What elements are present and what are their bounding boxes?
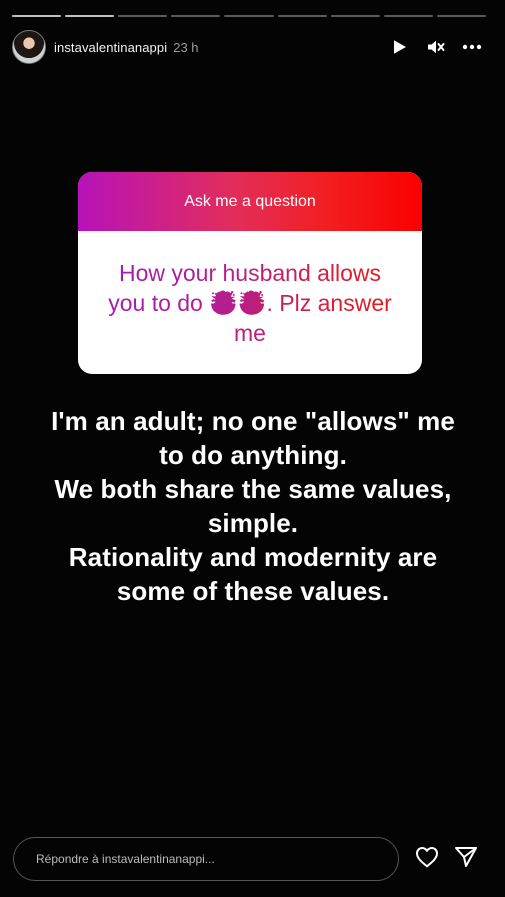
progress-segment: [65, 15, 115, 17]
username[interactable]: instavalentinanappi: [54, 40, 167, 55]
answer-line-1: I'm an adult; no one "allows" me: [51, 406, 455, 436]
question-sticker-body: How your husband allows you to do 🤯🤯. Pl…: [78, 231, 422, 374]
progress-segment: [224, 15, 274, 17]
answer-line-2: to do anything.: [159, 440, 347, 470]
post-time: 23 h: [173, 39, 199, 55]
question-sticker: Ask me a question How your husband allow…: [78, 172, 422, 374]
question-sticker-title: Ask me a question: [78, 172, 422, 231]
progress-segment: [171, 15, 221, 17]
user-avatar[interactable]: [12, 30, 46, 64]
more-icon[interactable]: [461, 36, 483, 58]
progress-segment: [436, 15, 486, 17]
story-viewer: instavalentinanappi 23 h Ask me a questi…: [0, 0, 505, 897]
progress-segment: [12, 15, 62, 17]
progress-segment: [330, 15, 380, 17]
progress-segment: [383, 15, 433, 17]
heart-icon[interactable]: [413, 843, 441, 871]
answer-line-6: some of these values.: [116, 576, 390, 606]
story-progress-bar: [12, 15, 486, 18]
answer-line-4: simple.: [207, 508, 299, 538]
play-icon[interactable]: [389, 36, 411, 58]
mute-icon[interactable]: [425, 36, 447, 58]
question-text: How your husband allows you to do 🤯🤯. Pl…: [100, 258, 400, 348]
progress-segment: [118, 15, 168, 17]
progress-segment: [277, 15, 327, 17]
story-controls: [389, 36, 483, 58]
send-icon[interactable]: [452, 843, 480, 871]
answer-text: I'm an adult; no one "allows" me to do a…: [28, 404, 478, 608]
reply-input[interactable]: [34, 851, 398, 867]
answer-line-3: We both share the same values,: [54, 474, 452, 504]
story-header: instavalentinanappi 23 h: [12, 30, 483, 64]
answer-line-5: Rationality and modernity are: [68, 542, 438, 572]
reply-box: [13, 837, 399, 881]
